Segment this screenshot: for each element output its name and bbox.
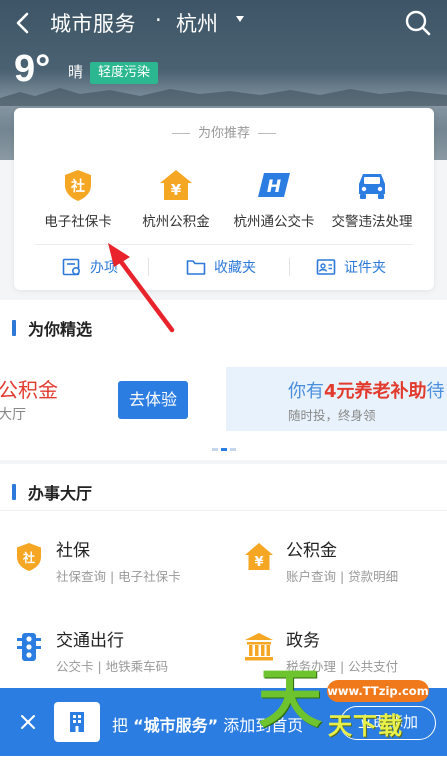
- watermark-logo: 天: [258, 662, 322, 737]
- bus-card-icon: H: [258, 173, 290, 197]
- action-label: 证件夹: [344, 260, 386, 276]
- city-selector[interactable]: 杭州: [176, 8, 218, 38]
- action-id-cards[interactable]: 证件夹: [316, 256, 386, 278]
- banner-title: 公积金: [0, 378, 58, 402]
- try-button[interactable]: 去体验: [118, 381, 188, 419]
- hall-item-social-security[interactable]: 社 社保 社保查询 | 电子社保卡: [14, 536, 214, 592]
- house-glyph: ¥: [171, 181, 182, 199]
- banner-title-highlight: 4元养老补助: [324, 381, 427, 402]
- social-security-shield-icon: 社: [65, 170, 91, 201]
- service-label: 杭州公积金: [142, 214, 210, 230]
- service-housing-fund[interactable]: ¥ 杭州公积金: [124, 168, 228, 230]
- add-text-prefix: 把: [112, 716, 134, 735]
- add-text-app-name: “城市服务”: [133, 716, 219, 735]
- hall-item-housing-fund[interactable]: ¥ 公积金 账户查询 | 贷款明细: [244, 536, 444, 592]
- hall-item-subtitle: 账户查询 | 贷款明细: [286, 569, 399, 584]
- banner-subtitle: 随时投，终身领: [288, 408, 376, 423]
- section-marker: [12, 320, 16, 336]
- task-list-icon: [62, 258, 81, 276]
- divider: [289, 258, 290, 276]
- hall-item-title: 社保: [56, 541, 90, 561]
- folder-icon: [186, 260, 206, 275]
- car-icon: [359, 174, 385, 199]
- house-glyph: ¥: [254, 555, 263, 570]
- bus-card-glyph: H: [267, 177, 281, 197]
- shield-glyph: 社: [22, 550, 35, 565]
- hall-item-title: 政务: [286, 631, 320, 651]
- action-favorites[interactable]: 收藏夹: [186, 256, 256, 278]
- recommend-card: 为你推荐 社 电子社保卡 ¥ 杭州公积金 H 杭州通公交卡 交警违法处理 办项 …: [14, 108, 434, 290]
- watermark-text: 天下载: [328, 711, 403, 740]
- city-service-app-icon: [54, 702, 100, 742]
- hall-title: 办事大厅: [28, 484, 93, 503]
- divider: [34, 244, 414, 245]
- housing-fund-house-icon: ¥: [160, 170, 192, 200]
- chevron-down-icon[interactable]: [235, 14, 245, 24]
- content-peek: [0, 756, 447, 761]
- service-traffic-violation[interactable]: 交警违法处理: [320, 168, 424, 230]
- hall-header: 办事大厅: [0, 466, 447, 516]
- title-separator: ·: [155, 8, 162, 32]
- section-marker: [12, 484, 16, 500]
- traffic-light-icon: [17, 633, 41, 661]
- id-card-icon: [316, 259, 336, 275]
- air-quality-badge: 轻度污染: [90, 62, 159, 84]
- service-label: 电子社保卡: [44, 214, 112, 230]
- featured-banner-right[interactable]: 你有4元养老补助待 随时投，终身领: [226, 367, 447, 431]
- divider: [171, 133, 190, 134]
- pager-dot: [212, 448, 218, 451]
- top-bar: 城市服务 · 杭州: [0, 0, 447, 46]
- page-title: 城市服务: [50, 12, 136, 36]
- building-icon: [70, 712, 84, 732]
- hall-item-subtitle: 社保查询 | 电子社保卡: [56, 569, 181, 584]
- search-icon[interactable]: [404, 9, 432, 37]
- hall-item-title: 公积金: [286, 541, 337, 561]
- carousel-pager: [212, 448, 236, 451]
- hall-item-subtitle: 公交卡 | 地铁乘车码: [56, 659, 169, 674]
- featured-header: 为你精选: [0, 302, 447, 352]
- recommend-heading: 为你推荐: [14, 122, 434, 141]
- recommend-title: 为你推荐: [197, 126, 250, 141]
- temperature: 9°: [14, 48, 51, 90]
- service-social-security-card[interactable]: 社 电子社保卡: [26, 168, 130, 230]
- shield-glyph: 社: [70, 178, 85, 195]
- watermark-url: www.TTzip.com: [327, 680, 429, 702]
- housing-fund-icon: ¥: [245, 543, 273, 570]
- banner-title-suffix: 待: [426, 381, 445, 402]
- government-building-icon: [245, 633, 273, 661]
- service-label: 杭州通公交卡: [233, 214, 315, 230]
- banner-title-prefix: 你有: [288, 381, 324, 402]
- divider: [0, 510, 447, 511]
- close-icon[interactable]: [20, 714, 36, 730]
- divider: [258, 133, 276, 134]
- social-security-icon: 社: [17, 543, 41, 571]
- back-arrow-icon[interactable]: [12, 10, 34, 36]
- service-bus-card[interactable]: H 杭州通公交卡: [222, 168, 326, 230]
- skyline-silhouette: [0, 88, 447, 106]
- hall-item-title: 交通出行: [56, 631, 124, 651]
- service-label: 交警违法处理: [331, 214, 413, 230]
- weather-condition: 晴: [68, 63, 84, 81]
- annotation-arrow: [108, 243, 175, 333]
- hall-item-transport[interactable]: 交通出行 公交卡 | 地铁乘车码: [14, 626, 214, 682]
- action-label: 收藏夹: [214, 260, 256, 276]
- featured-title: 为你精选: [28, 320, 93, 339]
- banner-title: 你有4元养老补助待: [288, 377, 445, 403]
- banner-subtitle: 大厅: [0, 407, 26, 423]
- pager-dot: [230, 448, 236, 451]
- pager-dot-active: [221, 448, 227, 451]
